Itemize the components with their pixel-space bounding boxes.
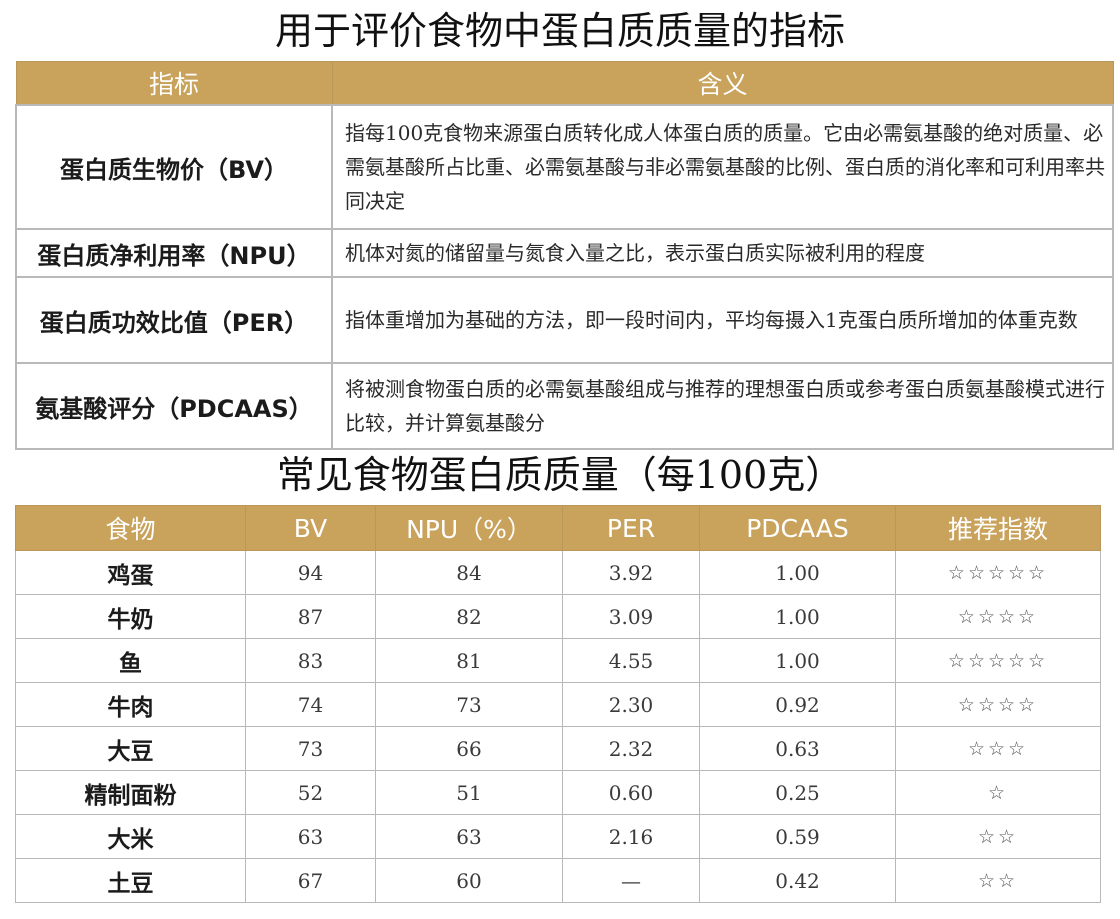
table-row: 蛋白质净利用率（NPU） 机体对氮的储留量与氮食入量之比，表示蛋白质实际被利用的…	[15, 228, 1114, 278]
per-value: 0.60	[562, 770, 700, 815]
rating-stars: ☆	[895, 770, 1101, 815]
table-row: 鱼 83 81 4.55 1.00 ☆☆☆☆☆	[15, 638, 1101, 683]
table-row: 牛肉 74 73 2.30 0.92 ☆☆☆☆	[15, 682, 1101, 727]
table-row: 土豆 67 60 — 0.42 ☆☆	[15, 858, 1101, 903]
header-food: 食物	[15, 505, 246, 551]
food-name: 牛肉	[15, 682, 246, 727]
food-name: 鱼	[15, 638, 246, 683]
npu-value: 82	[375, 594, 563, 639]
indicator-table: 指标 含义 蛋白质生物价（BV） 指每100克食物来源蛋白质转化成人体蛋白质的质…	[15, 61, 1114, 450]
indicator-meaning: 将被测食物蛋白质的必需氨基酸组成与推荐的理想蛋白质或参考蛋白质氨基酸模式进行比较…	[331, 362, 1114, 450]
pdcaas-value: 0.42	[699, 858, 896, 903]
food-name: 土豆	[15, 858, 246, 903]
table-row: 鸡蛋 94 84 3.92 1.00 ☆☆☆☆☆	[15, 550, 1101, 595]
indicator-meaning: 机体对氮的储留量与氮食入量之比，表示蛋白质实际被利用的程度	[331, 228, 1114, 278]
header-indicator: 指标	[15, 61, 333, 106]
bv-value: 74	[245, 682, 376, 727]
bv-value: 52	[245, 770, 376, 815]
table-row: 蛋白质功效比值（PER） 指体重增加为基础的方法，即一段时间内，平均每摄入1克蛋…	[15, 276, 1114, 364]
food-name: 大豆	[15, 726, 246, 771]
table-row: 蛋白质生物价（BV） 指每100克食物来源蛋白质转化成人体蛋白质的质量。它由必需…	[15, 104, 1114, 230]
food-name: 大米	[15, 814, 246, 859]
bv-value: 73	[245, 726, 376, 771]
table-row: 氨基酸评分（PDCAAS） 将被测食物蛋白质的必需氨基酸组成与推荐的理想蛋白质或…	[15, 362, 1114, 450]
table-row: 大米 63 63 2.16 0.59 ☆☆	[15, 814, 1101, 859]
header-per: PER	[562, 505, 700, 551]
pdcaas-value: 0.92	[699, 682, 896, 727]
per-value: —	[562, 858, 700, 903]
rating-stars: ☆☆☆☆☆	[895, 638, 1101, 683]
npu-value: 73	[375, 682, 563, 727]
npu-value: 66	[375, 726, 563, 771]
indicator-meaning: 指体重增加为基础的方法，即一段时间内，平均每摄入1克蛋白质所增加的体重克数	[331, 276, 1114, 364]
header-npu: NPU（%）	[375, 505, 563, 551]
rating-stars: ☆☆☆☆	[895, 594, 1101, 639]
npu-value: 81	[375, 638, 563, 683]
header-pdcaas: PDCAAS	[699, 505, 896, 551]
food-name: 鸡蛋	[15, 550, 246, 595]
bv-value: 67	[245, 858, 376, 903]
food-name: 牛奶	[15, 594, 246, 639]
bv-value: 87	[245, 594, 376, 639]
indicator-name: 蛋白质生物价（BV）	[15, 104, 333, 230]
per-value: 3.92	[562, 550, 700, 595]
pdcaas-value: 0.59	[699, 814, 896, 859]
pdcaas-value: 1.00	[699, 594, 896, 639]
header-bv: BV	[245, 505, 376, 551]
per-value: 2.30	[562, 682, 700, 727]
indicator-table-header: 指标 含义	[15, 61, 1114, 106]
table-row: 精制面粉 52 51 0.60 0.25 ☆	[15, 770, 1101, 815]
bv-value: 83	[245, 638, 376, 683]
npu-value: 63	[375, 814, 563, 859]
page-title: 用于评价食物中蛋白质质量的指标	[274, 9, 845, 53]
per-value: 3.09	[562, 594, 700, 639]
per-value: 2.16	[562, 814, 700, 859]
table-row: 大豆 73 66 2.32 0.63 ☆☆☆	[15, 726, 1101, 771]
rating-stars: ☆☆☆☆☆	[895, 550, 1101, 595]
pdcaas-value: 1.00	[699, 638, 896, 683]
table-row: 牛奶 87 82 3.09 1.00 ☆☆☆☆	[15, 594, 1101, 639]
pdcaas-value: 0.25	[699, 770, 896, 815]
rating-stars: ☆☆☆☆	[895, 682, 1101, 727]
rating-stars: ☆☆	[895, 814, 1101, 859]
section-title: 常见食物蛋白质质量（每100克）	[276, 453, 844, 497]
npu-value: 60	[375, 858, 563, 903]
indicator-name: 氨基酸评分（PDCAAS）	[15, 362, 333, 450]
indicator-name: 蛋白质功效比值（PER）	[15, 276, 333, 364]
food-protein-table: 食物 BV NPU（%） PER PDCAAS 推荐指数 鸡蛋 94 84 3.…	[15, 505, 1101, 903]
indicator-meaning: 指每100克食物来源蛋白质转化成人体蛋白质的质量。它由必需氨基酸的绝对质量、必需…	[331, 104, 1114, 230]
npu-value: 51	[375, 770, 563, 815]
bv-value: 63	[245, 814, 376, 859]
pdcaas-value: 0.63	[699, 726, 896, 771]
rating-stars: ☆☆☆	[895, 726, 1101, 771]
rating-stars: ☆☆	[895, 858, 1101, 903]
header-rating: 推荐指数	[895, 505, 1101, 551]
header-meaning: 含义	[331, 61, 1114, 106]
indicator-name: 蛋白质净利用率（NPU）	[15, 228, 333, 278]
per-value: 4.55	[562, 638, 700, 683]
food-table-header: 食物 BV NPU（%） PER PDCAAS 推荐指数	[15, 505, 1101, 551]
npu-value: 84	[375, 550, 563, 595]
per-value: 2.32	[562, 726, 700, 771]
food-name: 精制面粉	[15, 770, 246, 815]
pdcaas-value: 1.00	[699, 550, 896, 595]
bv-value: 94	[245, 550, 376, 595]
